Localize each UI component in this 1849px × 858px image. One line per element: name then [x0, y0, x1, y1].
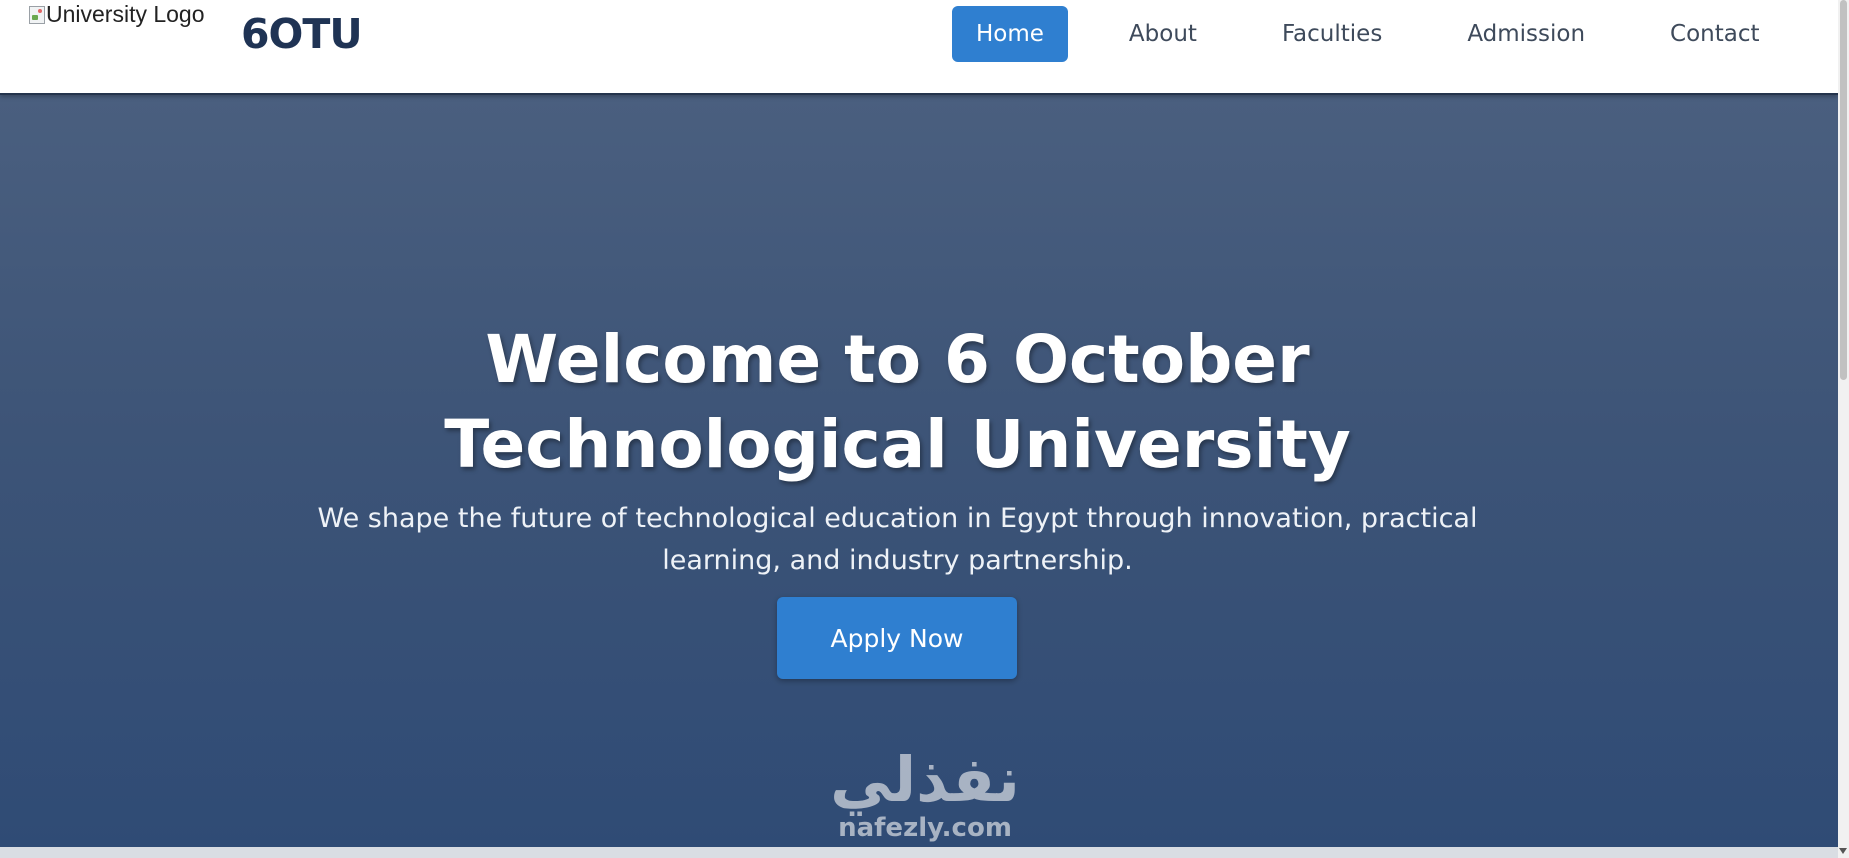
- scrollbar-thumb[interactable]: [1840, 0, 1847, 380]
- nav-admission[interactable]: Admission: [1443, 6, 1609, 62]
- watermark-arabic: نفذلي: [830, 743, 1020, 816]
- nav-about[interactable]: About: [1105, 6, 1221, 62]
- page-bottom-strip: [0, 847, 1838, 858]
- hero-section: Welcome to 6 October Technological Unive…: [0, 95, 1838, 847]
- main-nav: Home About Faculties Admission Contact: [952, 6, 1821, 62]
- broken-image-icon: [29, 5, 45, 24]
- scroll-down-arrow-icon[interactable]: [1839, 848, 1847, 854]
- hero-title-line-2: Technological University: [444, 406, 1351, 484]
- brand-name[interactable]: 6OTU: [241, 10, 363, 58]
- hero-subtitle: We shape the future of technological edu…: [317, 503, 1478, 576]
- apply-now-button[interactable]: Apply Now: [777, 597, 1017, 679]
- hero-title-line-1: Welcome to 6 October: [485, 321, 1310, 399]
- watermark-latin: nafezly.com: [838, 813, 1012, 843]
- vertical-scrollbar[interactable]: [1838, 0, 1849, 858]
- site-header: University Logo 6OTU Home About Facultie…: [0, 0, 1838, 95]
- logo-alt-text: University Logo: [46, 1, 205, 27]
- watermark: نفذلي nafezly.com: [815, 743, 1035, 843]
- nav-home[interactable]: Home: [952, 6, 1068, 62]
- nav-contact[interactable]: Contact: [1646, 6, 1783, 62]
- nav-faculties[interactable]: Faculties: [1258, 6, 1406, 62]
- university-logo[interactable]: University Logo: [29, 1, 205, 28]
- hero-title: Welcome to 6 October Technological Unive…: [0, 317, 1795, 487]
